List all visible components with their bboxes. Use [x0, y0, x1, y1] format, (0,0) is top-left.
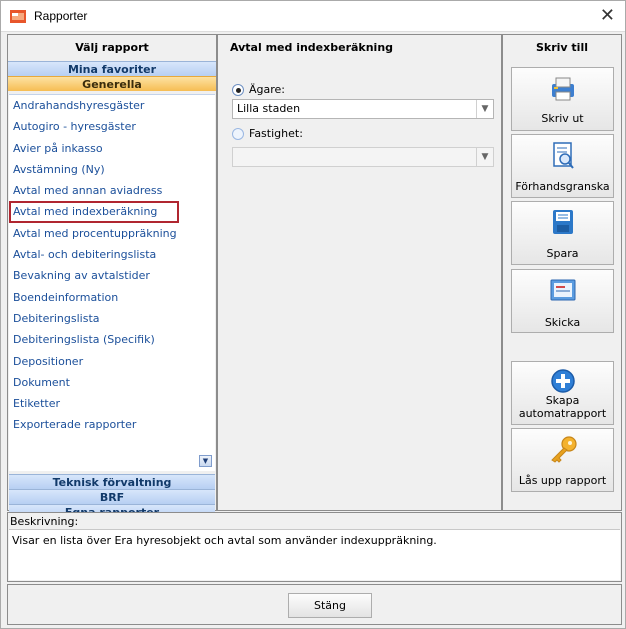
description-text: Visar en lista över Era hyresobjekt och … [9, 529, 620, 580]
preview-button[interactable]: Förhandsgranska [511, 134, 614, 198]
add-icon [550, 369, 575, 393]
description-panel: Beskrivning: Visar en lista över Era hyr… [7, 512, 622, 582]
property-radio[interactable] [232, 127, 244, 140]
list-item-selected[interactable]: Avtal med indexberäkning [9, 201, 179, 223]
report-selector-header: Välj rapport [75, 41, 149, 54]
report-options-panel: Avtal med indexberäkning Ägare: Lilla st… [217, 34, 502, 511]
save-icon [552, 210, 573, 234]
report-selector-panel: Välj rapport Mina favoriter Generella An… [7, 34, 217, 519]
chevron-down-icon[interactable]: ▼ [476, 100, 493, 118]
category-general[interactable]: Generella [8, 76, 216, 91]
preview-label: Förhandsgranska [515, 180, 610, 193]
output-header: Skriv till [535, 41, 588, 54]
chevron-down-icon[interactable]: ▼ [476, 148, 493, 166]
report-list: Andrahandshyresgäster Autogiro - hyresgä… [9, 94, 215, 471]
category-brf[interactable]: BRF [9, 489, 215, 504]
category-technical[interactable]: Teknisk förvaltning [9, 474, 215, 489]
list-item[interactable]: Debiteringslista (Specifik) [9, 329, 215, 350]
list-item[interactable]: Autogiro - hyresgäster [9, 116, 215, 137]
list-item[interactable]: Andrahandshyresgäster [9, 95, 215, 116]
list-item[interactable]: Dokument [9, 372, 215, 393]
owner-radio[interactable] [232, 83, 244, 96]
preview-icon [552, 142, 574, 169]
list-item[interactable]: Avtal med procentuppräkning [9, 223, 215, 244]
scroll-down-icon[interactable]: ▼ [199, 455, 212, 467]
send-label: Skicka [544, 316, 581, 329]
list-item[interactable]: Avtal med annan aviadress [9, 180, 215, 201]
send-button[interactable]: Skicka [511, 269, 614, 333]
footer: Stäng [7, 584, 622, 625]
window-title: Rapporter [34, 9, 88, 23]
property-label: Fastighet: [249, 127, 303, 140]
list-item[interactable]: Avtal- och debiteringslista [9, 244, 215, 265]
property-select[interactable]: ▼ [232, 147, 494, 167]
key-icon [550, 436, 577, 463]
report-window: Rapporter ✕ Välj rapport Mina favoriter … [0, 0, 626, 629]
title-bar: Rapporter ✕ [1, 1, 625, 32]
close-button[interactable]: Stäng [288, 593, 372, 618]
output-panel: Skriv till Skriv ut Förhandsgranska Spar… [502, 34, 622, 511]
list-item[interactable]: Debiteringslista [9, 308, 215, 329]
app-icon [10, 10, 26, 23]
save-label: Spara [546, 247, 579, 260]
list-item[interactable]: Etiketter [9, 393, 215, 414]
category-favorites[interactable]: Mina favoriter [8, 61, 216, 76]
list-item[interactable]: Exporterade rapporter [9, 414, 215, 435]
list-item[interactable]: Bevakning av avtalstider [9, 265, 215, 286]
owner-option[interactable]: Ägare: [232, 83, 285, 96]
list-item[interactable]: Avier på inkasso [9, 138, 215, 159]
unlock-report-button[interactable]: Lås upp rapport [511, 428, 614, 492]
print-button[interactable]: Skriv ut [511, 67, 614, 131]
description-label: Beskrivning: [10, 515, 79, 528]
create-auto-report-label: Skapa automatrapport [518, 394, 607, 420]
report-options-header: Avtal med indexberäkning [230, 41, 394, 54]
list-item[interactable]: Boendeinformation [9, 287, 215, 308]
property-option[interactable]: Fastighet: [232, 127, 303, 140]
owner-select-value: Lilla staden [237, 102, 301, 115]
create-auto-report-button[interactable]: Skapa automatrapport [511, 361, 614, 425]
list-item[interactable]: Avstämning (Ny) [9, 159, 215, 180]
close-icon[interactable]: ✕ [600, 5, 615, 26]
printer-icon [551, 77, 574, 101]
owner-select[interactable]: Lilla staden ▼ [232, 99, 494, 119]
save-button[interactable]: Spara [511, 201, 614, 265]
print-label: Skriv ut [541, 112, 584, 125]
unlock-report-label: Lås upp rapport [518, 474, 607, 487]
email-icon [550, 279, 575, 301]
owner-label: Ägare: [249, 83, 286, 96]
list-item[interactable]: Depositioner [9, 351, 215, 372]
